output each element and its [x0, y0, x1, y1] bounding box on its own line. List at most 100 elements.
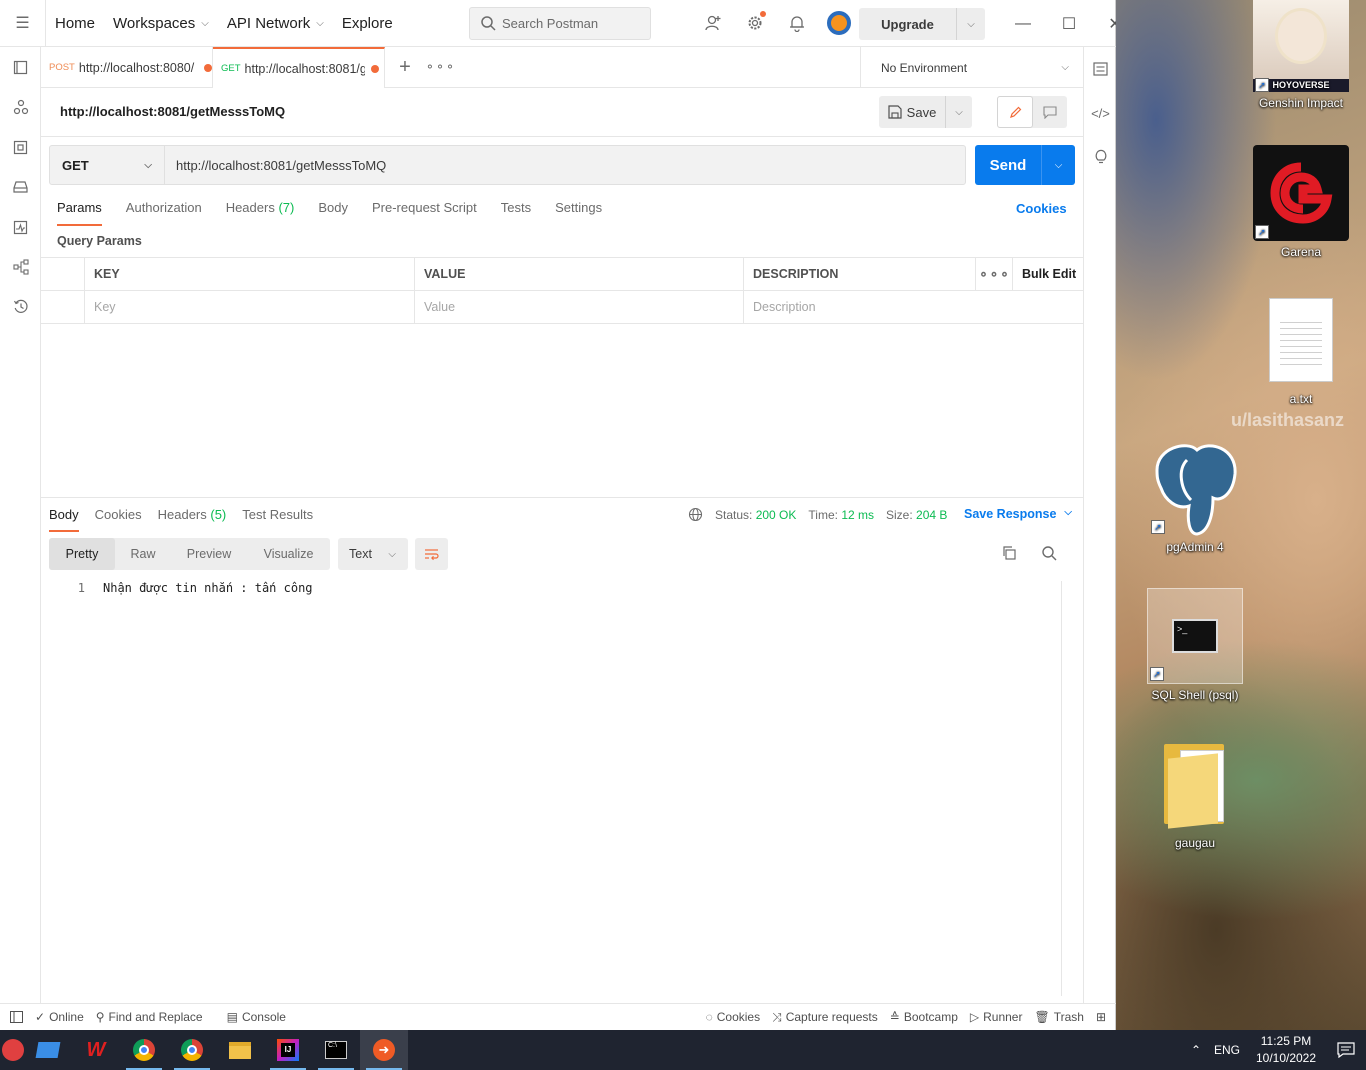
minimize-icon[interactable]: — — [1000, 0, 1046, 47]
chevron-down-icon[interactable]: ⌵ — [957, 8, 985, 40]
save-main[interactable]: Save — [879, 96, 946, 128]
nav-api-network[interactable]: API Network ⌵ — [218, 0, 333, 47]
history-icon[interactable] — [0, 287, 41, 327]
globe-icon[interactable] — [688, 507, 703, 522]
format-visualize[interactable]: Visualize — [247, 538, 330, 570]
tab-body[interactable]: Body — [318, 200, 348, 225]
capture-requests-button[interactable]: ⤨ Capture requests — [766, 1010, 884, 1025]
flows-icon[interactable] — [0, 247, 41, 287]
apis-icon[interactable] — [0, 87, 41, 127]
search-icon[interactable] — [1041, 545, 1057, 564]
desktop-icon-a-txt[interactable]: a.txt — [1251, 298, 1351, 406]
bell-icon[interactable] — [784, 10, 810, 36]
new-tab-plus-icon[interactable]: + — [385, 47, 425, 87]
collections-icon[interactable] — [0, 47, 41, 87]
taskbar-app-wps[interactable]: W — [72, 1030, 120, 1070]
time-info[interactable]: Time: 12 ms — [808, 508, 874, 522]
environment-quicklook-icon[interactable] — [1084, 47, 1117, 91]
scrollbar[interactable] — [1061, 581, 1075, 996]
request-tab-active[interactable]: GET http://localhost:8081/g — [213, 47, 385, 88]
find-replace-button[interactable]: ⚲ Find and Replace — [90, 1010, 209, 1024]
menu-icon[interactable]: ☰ — [0, 0, 46, 47]
size-info[interactable]: Size: 204 B — [886, 508, 947, 522]
mock-servers-icon[interactable] — [0, 167, 41, 207]
taskbar-app-terminal[interactable]: C:\ — [312, 1030, 360, 1070]
cookies-button[interactable]: ◌ Cookies — [700, 1010, 767, 1024]
language-indicator[interactable]: ENG — [1208, 1043, 1246, 1057]
method-select[interactable]: GET ⌵ — [50, 146, 165, 184]
online-status[interactable]: ✓ Online — [29, 1010, 90, 1024]
chevron-down-icon[interactable]: ⌵ — [1042, 145, 1075, 185]
response-type-select[interactable]: Text ⌵ — [338, 538, 408, 570]
settings-gear-icon[interactable] — [742, 10, 768, 36]
invite-user-icon[interactable] — [700, 10, 726, 36]
runner-button[interactable]: ▷ Runner — [964, 1010, 1029, 1024]
save-response-button[interactable]: Save Response ⌵ — [964, 507, 1072, 521]
desktop-icon-garena[interactable]: ➚ Garena — [1251, 145, 1351, 259]
status-info[interactable]: Status: 200 OK — [715, 508, 796, 522]
desktop-icon-genshin[interactable]: HOYOVERSE ➚ Genshin Impact — [1251, 0, 1351, 110]
desktop-icon-sql-shell[interactable]: >_ ➚ SQL Shell (psql) — [1145, 588, 1245, 702]
copy-icon[interactable] — [1001, 545, 1017, 564]
lightbulb-icon[interactable] — [1084, 135, 1117, 179]
start-app-icon[interactable] — [0, 1030, 24, 1070]
taskbar-app-explorer[interactable] — [216, 1030, 264, 1070]
save-button[interactable]: Save ⌵ — [879, 96, 972, 128]
format-pretty[interactable]: Pretty — [49, 538, 115, 570]
taskbar-app-intellij[interactable]: IJ — [264, 1030, 312, 1070]
maximize-icon[interactable]: ☐ — [1046, 0, 1092, 47]
tab-params[interactable]: Params — [57, 200, 102, 226]
response-tab-body[interactable]: Body — [49, 507, 79, 532]
response-tab-test-results[interactable]: Test Results — [242, 507, 313, 531]
tab-tests[interactable]: Tests — [501, 200, 531, 225]
more-tabs-icon[interactable]: ⚬⚬⚬ — [425, 47, 455, 87]
bulk-edit-button[interactable]: Bulk Edit — [1013, 258, 1083, 290]
taskbar-app-laptop[interactable] — [24, 1030, 72, 1070]
clock[interactable]: 11:25 PM 10/10/2022 — [1246, 1033, 1326, 1067]
value-input[interactable]: Value — [415, 291, 744, 323]
tab-settings[interactable]: Settings — [555, 200, 602, 225]
taskbar-app-postman[interactable]: ➜ — [360, 1030, 408, 1070]
desktop-icon-pgadmin[interactable]: ➚ pgAdmin 4 — [1145, 440, 1245, 554]
chevron-down-icon[interactable]: ⌵ — [946, 96, 972, 128]
taskbar-app-chrome-profile[interactable] — [168, 1030, 216, 1070]
nav-home[interactable]: Home — [46, 0, 104, 47]
tab-headers[interactable]: Headers (7) — [226, 200, 295, 225]
two-pane-icon[interactable]: ⊞ — [1090, 1010, 1116, 1024]
format-preview[interactable]: Preview — [171, 538, 247, 570]
nav-explore[interactable]: Explore — [333, 0, 402, 47]
avatar[interactable] — [826, 10, 852, 36]
key-input[interactable]: Key — [85, 291, 415, 323]
nav-workspaces[interactable]: Workspaces ⌵ — [104, 0, 218, 47]
trash-button[interactable]: 🗑 Trash — [1028, 1010, 1089, 1024]
response-divider[interactable] — [41, 497, 1083, 498]
notifications-icon[interactable] — [1326, 1042, 1366, 1058]
response-tab-headers[interactable]: Headers (5) — [158, 507, 227, 531]
comments-icon[interactable] — [1033, 96, 1067, 128]
console-button[interactable]: ▤ Console — [221, 1010, 292, 1024]
tab-prerequest-script[interactable]: Pre-request Script — [372, 200, 477, 225]
environments-icon[interactable] — [0, 127, 41, 167]
chevron-up-icon[interactable]: ⌃ — [1184, 1043, 1208, 1057]
cookies-link[interactable]: Cookies — [1016, 201, 1067, 216]
more-options-icon[interactable]: ⚬⚬⚬ — [976, 258, 1013, 290]
wrap-lines-icon[interactable] — [415, 538, 448, 570]
description-input[interactable]: Description — [744, 291, 1013, 323]
url-input[interactable]: http://localhost:8081/getMesssToMQ — [165, 146, 386, 184]
bootcamp-button[interactable]: ≙ Bootcamp — [884, 1010, 964, 1024]
upgrade-button[interactable]: Upgrade ⌵ — [859, 8, 985, 40]
tab-authorization[interactable]: Authorization — [126, 200, 202, 225]
monitors-icon[interactable] — [0, 207, 41, 247]
search-input[interactable]: Search Postman — [469, 7, 651, 40]
environment-select[interactable]: No Environment ⌵ — [860, 47, 1083, 88]
format-raw[interactable]: Raw — [115, 538, 171, 570]
request-tab[interactable]: POST http://localhost:8080/ — [41, 47, 213, 88]
send-label[interactable]: Send — [975, 145, 1042, 185]
toggle-sidebar-icon[interactable] — [0, 1011, 29, 1023]
desktop-icon-gaugau[interactable]: gaugau — [1145, 744, 1245, 850]
send-button[interactable]: Send ⌵ — [975, 145, 1075, 185]
code-snippet-icon[interactable]: </> — [1084, 91, 1117, 135]
edit-pencil-icon[interactable] — [997, 96, 1033, 128]
response-tab-cookies[interactable]: Cookies — [95, 507, 142, 531]
taskbar-app-chrome[interactable] — [120, 1030, 168, 1070]
